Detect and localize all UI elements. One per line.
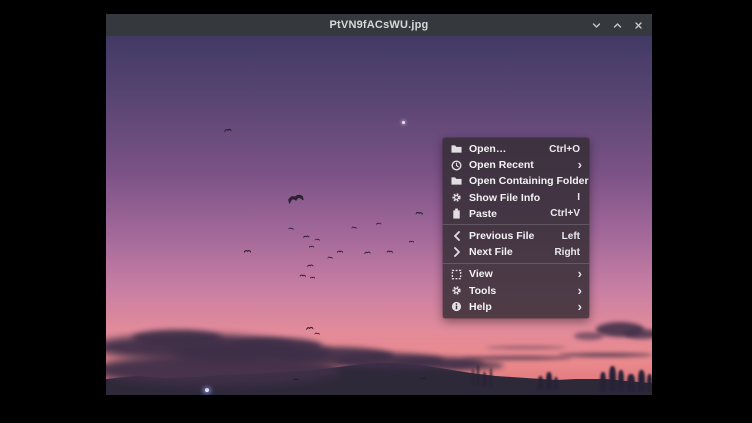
maximize-button[interactable]	[610, 18, 625, 33]
menu-shortcut: Left	[562, 231, 580, 242]
bird-silhouette	[299, 264, 306, 282]
bush-silhouette	[477, 365, 479, 385]
menu-separator	[443, 263, 589, 264]
submenu-chevron-icon: ›	[578, 160, 582, 170]
bush-silhouette	[472, 369, 474, 385]
menu-item-label: Help	[469, 301, 571, 313]
menu-item-label: Tools	[469, 285, 571, 297]
cloud	[434, 361, 504, 370]
view-icon	[451, 269, 462, 280]
menu-item-label: Next File	[469, 246, 547, 258]
submenu-chevron-icon: ›	[578, 302, 582, 312]
menu-shortcut: Ctrl+V	[550, 208, 580, 219]
cloud	[486, 346, 566, 349]
chevron-left-icon	[451, 231, 462, 242]
cloud	[462, 356, 572, 360]
distant-light	[205, 388, 209, 392]
cloud	[574, 332, 604, 340]
bush-silhouette	[638, 370, 645, 392]
close-icon	[633, 20, 644, 31]
cloud	[624, 329, 652, 339]
photo-canvas[interactable]: Open… Ctrl+O Open Recent › Open Containing F…	[106, 36, 652, 395]
menu-item-view[interactable]: View ›	[443, 266, 589, 282]
bush-silhouette	[538, 376, 543, 390]
menu-shortcut: I	[577, 192, 580, 203]
bush-silhouette	[647, 374, 652, 392]
bird-silhouette	[337, 240, 343, 258]
bush-silhouette	[546, 372, 552, 390]
star	[402, 121, 405, 124]
minimize-button[interactable]	[589, 18, 604, 33]
chevron-down-icon	[591, 20, 602, 31]
menu-item-paste[interactable]: Paste Ctrl+V	[443, 206, 589, 222]
context-menu: Open… Ctrl+O Open Recent › Open Containing F…	[443, 138, 589, 318]
menu-item-label: Open…	[469, 143, 542, 155]
menu-shortcut: Ctrl+O	[549, 144, 580, 155]
folder-icon	[451, 144, 462, 155]
menu-item-label: Open Containing Folder	[469, 175, 589, 187]
menu-item-label: Paste	[469, 208, 543, 220]
titlebar[interactable]: PtVN9fACsWU.jpg	[106, 14, 652, 36]
menu-item-open-recent[interactable]: Open Recent ›	[443, 157, 589, 173]
submenu-chevron-icon: ›	[578, 286, 582, 296]
menu-item-previous-file[interactable]: Previous File Left	[443, 228, 589, 244]
gear-icon	[451, 285, 462, 296]
menu-item-help[interactable]: Help ›	[443, 299, 589, 315]
bush-silhouette	[609, 366, 616, 392]
image-viewer-window: PtVN9fACsWU.jpg Open…Ctrl+OOpen Recent›O…	[106, 14, 652, 395]
screen: PtVN9fACsWU.jpg Open…Ctrl+OOpen Recent›O…	[0, 0, 752, 423]
bush-silhouette	[490, 368, 492, 386]
gear-icon	[451, 192, 462, 203]
menu-item-show-file-info[interactable]: Show File Info I	[443, 190, 589, 206]
bird-silhouette	[310, 266, 315, 284]
submenu-chevron-icon: ›	[578, 269, 582, 279]
menu-item-tools[interactable]: Tools ›	[443, 283, 589, 299]
menu-item-label: Open Recent	[469, 159, 571, 171]
paste-icon	[451, 208, 462, 219]
bird-silhouette	[244, 240, 251, 258]
bird-silhouette	[309, 235, 314, 253]
menu-item-open[interactable]: Open… Ctrl+O	[443, 141, 589, 157]
menu-item-label: Previous File	[469, 230, 555, 242]
info-icon	[451, 301, 462, 312]
window-title: PtVN9fACsWU.jpg	[330, 19, 429, 31]
clock-icon	[451, 160, 462, 171]
menu-item-label: Show File Info	[469, 192, 570, 204]
window-controls	[589, 14, 646, 36]
bird-silhouette	[293, 368, 299, 386]
chevron-up-icon	[612, 20, 623, 31]
bush-silhouette	[554, 377, 558, 390]
bird-silhouette	[386, 240, 393, 258]
bush-silhouette	[627, 374, 635, 392]
bush-silhouette	[600, 372, 606, 392]
cloud	[558, 353, 652, 357]
menu-shortcut: Right	[554, 247, 580, 258]
menu-item-label: View	[469, 268, 571, 280]
bird-silhouette	[409, 230, 414, 248]
bush-silhouette	[483, 372, 486, 386]
bush-silhouette	[618, 370, 624, 392]
folder-icon	[451, 176, 462, 187]
menu-separator	[443, 224, 589, 225]
menu-item-open-containing-folder[interactable]: Open Containing Folder	[443, 173, 589, 189]
menu-item-next-file[interactable]: Next File Right	[443, 244, 589, 260]
chevron-right-icon	[451, 247, 462, 258]
close-button[interactable]	[631, 18, 646, 33]
